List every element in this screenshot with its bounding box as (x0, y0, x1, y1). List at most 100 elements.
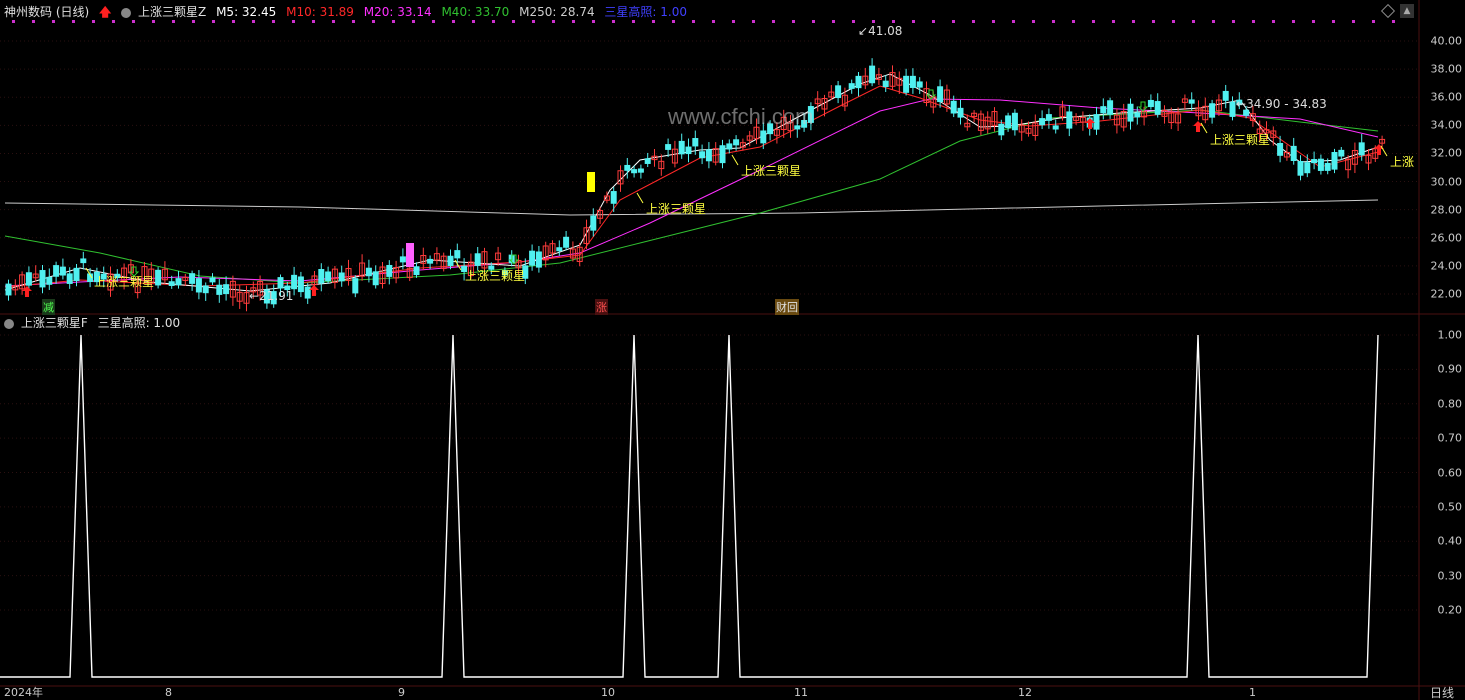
signal-dot (492, 20, 495, 23)
signal-dot (1112, 20, 1115, 23)
candle-body (705, 149, 712, 162)
signal-dot (32, 20, 35, 23)
star-label-4: 上涨三颗星 (741, 164, 802, 178)
pointer-line (1200, 122, 1208, 134)
candle-body (223, 284, 230, 295)
candle-body (1297, 161, 1304, 176)
signal-dot (592, 20, 595, 23)
signal-dot (652, 20, 655, 23)
candle-body (1290, 145, 1297, 162)
pointer-line (636, 192, 644, 204)
tag-jian[interactable]: 减 (42, 299, 55, 315)
signal-dot (1272, 20, 1275, 23)
candle-body (195, 278, 202, 293)
signal-dot (1312, 20, 1315, 23)
candle-body (216, 284, 223, 295)
candle-body (692, 138, 699, 147)
candle-body (678, 140, 685, 155)
period-label[interactable]: 日线 (1430, 686, 1454, 700)
candle-body (73, 267, 80, 281)
range-value: 34.90 - 34.83 (1246, 97, 1327, 111)
candle-body (937, 86, 944, 103)
candle-body (1045, 114, 1052, 121)
signal-dot (112, 20, 115, 23)
candle-body (338, 272, 345, 282)
star-label-1: 上涨三颗星 (94, 275, 155, 289)
signal-dot (412, 20, 415, 23)
candle-body (209, 277, 216, 283)
candle-body (685, 146, 692, 155)
candle-body (53, 265, 60, 277)
tag-zhang[interactable]: 涨 (595, 299, 608, 315)
candlesticks (5, 58, 1386, 312)
candle-body (733, 139, 740, 146)
date-tick: 10 (601, 686, 615, 699)
candle-body (189, 273, 196, 284)
candle-body (427, 258, 434, 264)
signal-dot (212, 20, 215, 23)
candle-body (399, 256, 406, 263)
arrow-up-icon (1193, 121, 1203, 132)
signal-dot (372, 20, 375, 23)
low-value: 21.91 (259, 289, 294, 303)
signal-dot (872, 20, 875, 23)
candle-body (1338, 149, 1345, 157)
candle-body (1011, 112, 1018, 131)
candle-body (535, 251, 542, 268)
signal-dot (772, 20, 775, 23)
candle-body (386, 264, 393, 277)
signal-dot (1172, 20, 1175, 23)
sub-tick: 0.70 (1437, 431, 1463, 445)
signal-dot (812, 20, 815, 23)
star-label-6: 上涨 (1390, 155, 1415, 169)
candle-body (998, 123, 1005, 136)
candle-body (665, 144, 672, 150)
sub-tick: 0.90 (1437, 362, 1463, 376)
candle-body (1093, 114, 1100, 130)
candle-body (1324, 162, 1331, 171)
signal-dot (292, 20, 295, 23)
high-label: ↙41.08 (858, 24, 903, 38)
candle-body (5, 283, 12, 296)
sub-indicator-line (0, 334, 1379, 678)
stock-chart-window: 神州数码 (日线) 🡅 上涨三颗星Z M5: 32.45 M10: 31.89 … (0, 0, 1465, 700)
signal-dot (1012, 20, 1015, 23)
candle-body (39, 270, 46, 288)
candle-body (297, 276, 304, 293)
sub-tick: 0.50 (1437, 500, 1463, 514)
signal-dot (72, 20, 75, 23)
signal-dot (352, 20, 355, 23)
candle-body (855, 75, 862, 89)
tag-cai[interactable]: 财回 (775, 299, 799, 315)
candle-body (66, 273, 73, 284)
candle-body (835, 85, 842, 99)
date-tick: 11 (794, 686, 808, 699)
candle-body (474, 253, 481, 266)
candle-body (365, 267, 372, 277)
signal-dot (312, 20, 315, 23)
candle-body (277, 277, 284, 289)
sub-tick: 0.20 (1437, 603, 1463, 617)
signal-dot (12, 20, 15, 23)
candle-body (25, 272, 32, 286)
date-tick: 2024年 (4, 686, 43, 699)
signal-dot (972, 20, 975, 23)
sub-tick: 0.40 (1437, 534, 1463, 548)
sub-tick: 0.60 (1437, 466, 1463, 479)
sub-tick: 0.30 (1437, 569, 1463, 583)
signal-dot (52, 20, 55, 23)
candle-body (1005, 115, 1012, 129)
signal-dot (92, 20, 95, 23)
signal-dot (252, 20, 255, 23)
candle-body (413, 266, 420, 276)
signal-dot (1132, 20, 1135, 23)
candle-body (699, 151, 706, 159)
candle-body (903, 75, 910, 93)
signal-dot (272, 20, 275, 23)
star-signal-series (0, 334, 1379, 678)
arrow-up-icon (22, 286, 32, 297)
candle-body (1311, 159, 1318, 164)
signal-dot (752, 20, 755, 23)
candle-body (1127, 103, 1134, 122)
candle-body (563, 236, 570, 248)
